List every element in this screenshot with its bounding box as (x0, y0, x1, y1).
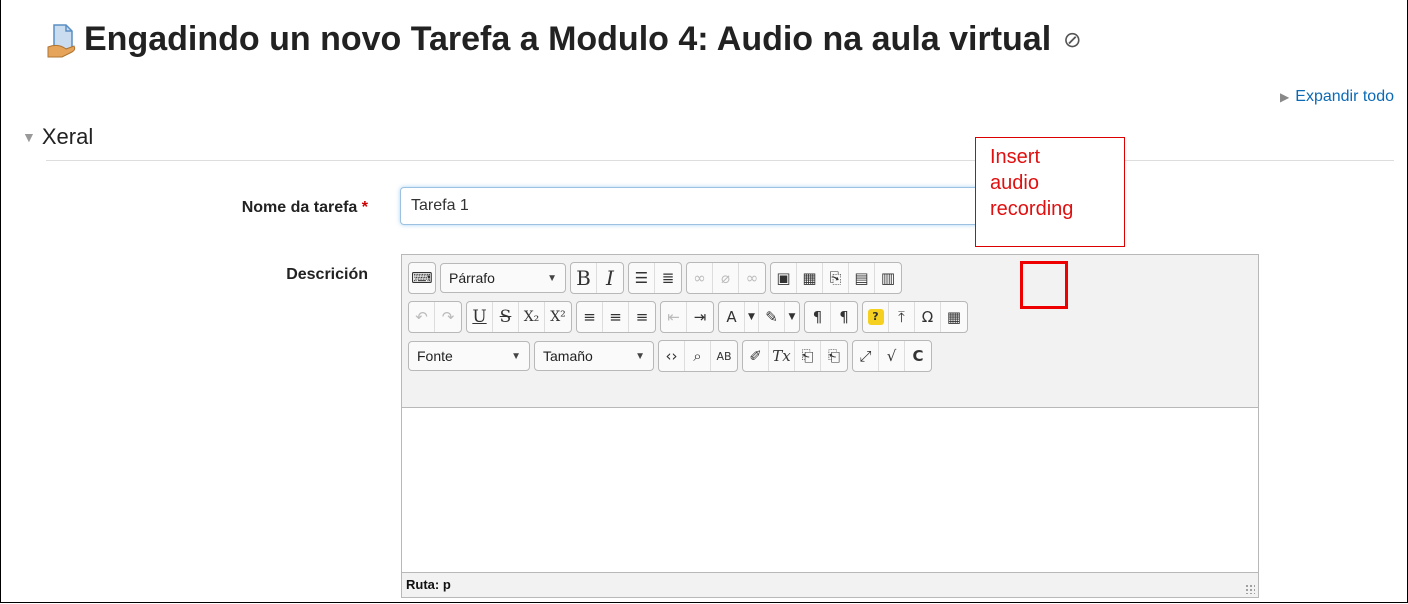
redo-icon[interactable]: ↷ (435, 302, 461, 332)
annotation-callout: Insert audio recording (975, 137, 1125, 247)
rtl-icon[interactable]: ¶ (831, 302, 857, 332)
font-family-value: Fonte (417, 348, 453, 364)
replace-icon[interactable]: AB (711, 341, 737, 371)
numbered-list-icon[interactable]: ≣ (655, 263, 681, 293)
indent-icon[interactable]: ⇥ (687, 302, 713, 332)
outdent-icon[interactable]: ⇤ (661, 302, 687, 332)
toolbar-group-indent: ⇤ ⇥ (660, 301, 714, 333)
table-icon[interactable]: ▦ (941, 302, 967, 332)
section-general-toggle[interactable]: ▼ Xeral (22, 124, 93, 150)
upload-icon[interactable]: ⤒ (889, 302, 915, 332)
page-title-text: Engadindo un novo Tarefa a Modulo 4: Aud… (84, 20, 1052, 58)
audio-recording-icon[interactable]: ▤ (849, 263, 875, 293)
callout-line-1: Insert (990, 146, 1041, 168)
link-icon[interactable]: ∞ (687, 263, 713, 293)
chevron-down-icon: ▼ (547, 272, 557, 284)
manage-files-icon[interactable]: ⎘ (823, 263, 849, 293)
media-icon[interactable]: ▦ (797, 263, 823, 293)
toolbar-group-clean: ✐ Tx ⎗ ⎗ (742, 340, 848, 372)
toolbar-row-2: ↶ ↷ U S X₂ X² ≡ ≡ ≡ ⇤ ⇥ A ▼ ✎ ▼ ¶ ¶ ? ⤒ … (408, 301, 972, 333)
underline-button[interactable]: U (467, 302, 493, 332)
unlink-icon[interactable]: ⌀ (713, 263, 739, 293)
section-divider (46, 160, 1394, 161)
clear-formatting-icon[interactable]: Tx (769, 341, 795, 371)
chevron-down-icon: ▼ (511, 350, 521, 362)
chemistry-icon[interactable]: C (905, 341, 931, 371)
subscript-button[interactable]: X₂ (519, 302, 545, 332)
editor-path: Ruta: p (406, 577, 451, 592)
help-question-icon[interactable]: ? (863, 302, 889, 332)
html-code-icon[interactable]: ‹› (659, 341, 685, 371)
toolbar-group-toggle: ⌨ (408, 262, 436, 294)
chevron-down-icon: ▼ (635, 350, 645, 362)
anchor-link-icon[interactable]: ∞ (739, 263, 765, 293)
toolbar-group-align: ≡ ≡ ≡ (576, 301, 656, 333)
toolbar-group-links: ∞ ⌀ ∞ (686, 262, 766, 294)
superscript-button[interactable]: X² (545, 302, 571, 332)
paragraph-format-select[interactable]: Párrafo ▼ (440, 263, 566, 293)
assignment-name-value: Tarefa 1 (411, 197, 469, 214)
name-field-label: Nome da tarefa * (160, 199, 368, 217)
caret-down-icon: ▼ (22, 129, 36, 145)
strikethrough-button[interactable]: S (493, 302, 519, 332)
toolbar-row-3: Fonte ▼ Tamaño ▼ ‹› ⌕ AB ✐ Tx ⎗ ⎗ ⤢ √ C (408, 340, 936, 372)
background-color-icon[interactable]: ✎ (759, 302, 785, 332)
toolbar-group-undo: ↶ ↷ (408, 301, 462, 333)
editor-content-area[interactable] (402, 407, 1258, 573)
toolbar-group-lists: ☰ ≣ (628, 262, 682, 294)
undo-icon[interactable]: ↶ (409, 302, 435, 332)
help-icon[interactable]: ⊘ (1063, 27, 1081, 53)
background-color-dropdown-icon[interactable]: ▼ (785, 302, 799, 332)
toolbar-group-colors: A ▼ ✎ ▼ (718, 301, 800, 333)
page-title: Engadindo un novo Tarefa a Modulo 4: Aud… (46, 20, 1082, 59)
fullscreen-icon[interactable]: ⤢ (853, 341, 879, 371)
align-right-icon[interactable]: ≡ (629, 302, 655, 332)
special-char-icon[interactable]: Ω (915, 302, 941, 332)
bullet-list-icon[interactable]: ☰ (629, 263, 655, 293)
toolbar-group-direction: ¶ ¶ (804, 301, 858, 333)
paste-word-icon[interactable]: ⎗ (821, 341, 847, 371)
find-icon[interactable]: ⌕ (685, 341, 711, 371)
assignment-name-input[interactable]: Tarefa 1 (400, 187, 992, 225)
paragraph-format-value: Párrafo (449, 270, 495, 286)
triangle-right-icon: ▶ (1280, 90, 1290, 104)
callout-line-2: audio (990, 172, 1039, 194)
align-left-icon[interactable]: ≡ (577, 302, 603, 332)
toolbar-group-tools: ⤢ √ C (852, 340, 932, 372)
font-family-select[interactable]: Fonte ▼ (408, 341, 530, 371)
expand-all-label: Expandir todo (1295, 88, 1394, 105)
paste-text-icon[interactable]: ⎗ (795, 341, 821, 371)
text-color-dropdown-icon[interactable]: ▼ (745, 302, 759, 332)
clean-html-icon[interactable]: ✐ (743, 341, 769, 371)
toolbar-group-text-style: U S X₂ X² (466, 301, 572, 333)
description-label: Descrición (160, 266, 368, 284)
name-label-text: Nome da tarefa (241, 199, 358, 216)
section-general-label: Xeral (41, 124, 94, 149)
equation-icon[interactable]: √ (879, 341, 905, 371)
toolbar-group-misc: ? ⤒ Ω ▦ (862, 301, 968, 333)
bold-button[interactable]: B (571, 263, 597, 293)
ltr-icon[interactable]: ¶ (805, 302, 831, 332)
image-icon[interactable]: ▣ (771, 263, 797, 293)
description-label-text: Descrición (286, 266, 368, 283)
expand-all-link[interactable]: ▶ Expandir todo (1280, 88, 1394, 106)
video-recording-icon[interactable]: ▥ (875, 263, 901, 293)
font-size-value: Tamaño (543, 348, 593, 364)
toolbar-group-code: ‹› ⌕ AB (658, 340, 738, 372)
required-asterisk: * (361, 199, 368, 216)
text-color-icon[interactable]: A (719, 302, 745, 332)
resize-handle-icon[interactable] (1245, 584, 1255, 594)
audio-button-highlight (1020, 261, 1068, 309)
align-center-icon[interactable]: ≡ (603, 302, 629, 332)
toolbar-group-bold-italic: B I (570, 262, 624, 294)
callout-line-3: recording (990, 198, 1074, 220)
font-size-select[interactable]: Tamaño ▼ (534, 341, 654, 371)
rich-text-editor[interactable]: ⌨ Párrafo ▼ B I ☰ ≣ ∞ ⌀ ∞ ▣ ▦ ⎘ ▤ ▥ ↶ ↷ … (401, 254, 1259, 598)
italic-button[interactable]: I (597, 263, 623, 293)
toolbar-row-1: ⌨ Párrafo ▼ B I ☰ ≣ ∞ ⌀ ∞ ▣ ▦ ⎘ ▤ ▥ (408, 262, 906, 294)
toolbar-toggle-icon[interactable]: ⌨ (409, 263, 435, 293)
toolbar-group-media: ▣ ▦ ⎘ ▤ ▥ (770, 262, 902, 294)
assignment-icon (46, 21, 78, 59)
